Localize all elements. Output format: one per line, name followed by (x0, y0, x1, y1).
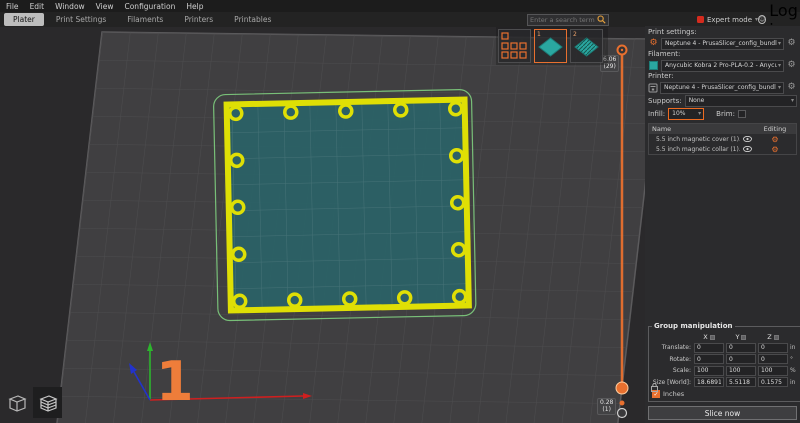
printer-icon (648, 83, 658, 92)
rotate-z-field[interactable] (758, 354, 788, 364)
size-row: Size [World]: in (652, 377, 798, 387)
supports-label: Supports: (648, 96, 682, 105)
search-icon (597, 15, 606, 24)
object-row[interactable]: 5.5 inch magnetic collar (1).stl ⚙ (649, 144, 796, 154)
translate-x-field[interactable] (694, 342, 724, 353)
edit-printer-icon[interactable]: ⚙ (786, 82, 797, 93)
tab-filaments[interactable]: Filaments (118, 13, 172, 26)
sliced-cube-icon (38, 394, 58, 412)
axis-y-icon (741, 334, 747, 340)
print-settings-icon: ⚙ (649, 38, 658, 48)
user-face-icon: ☺ (758, 15, 767, 24)
editing-column-header: Editing (763, 125, 787, 133)
group-manipulation-panel: Group manipulation X Y Z Translate: in R… (648, 322, 800, 402)
size-x-field[interactable] (694, 377, 724, 387)
right-panel: Print settings: ⚙ Neptune 4 - PrusaSlice… (645, 26, 800, 423)
plate-thumbnail-2[interactable]: 2 (570, 29, 603, 63)
axis-z-label: Z (767, 333, 772, 341)
eye-icon[interactable] (740, 136, 754, 142)
tab-printers[interactable]: Printers (175, 13, 222, 26)
translate-row: Translate: in (652, 342, 798, 353)
mode-label: Expert mode (707, 15, 753, 24)
printer-dropdown[interactable]: Neptune 4 - PrusaSlicer_config_bundle (660, 81, 784, 94)
axis-z-icon (773, 334, 779, 340)
filament-label: Filament: (648, 50, 681, 58)
plate-thumbnails: 1 2 (496, 27, 608, 65)
scale-row: Scale: % (652, 365, 798, 376)
menu-edit[interactable]: Edit (30, 2, 45, 11)
axis-x-icon (709, 334, 715, 340)
object-list: Name Editing 5.5 inch magnetic cover (1)… (648, 123, 797, 155)
menu-window[interactable]: Window (55, 2, 85, 11)
brim-label: Brim: (716, 109, 735, 118)
size-y-field[interactable] (726, 377, 756, 387)
3d-viewport[interactable]: 1 6.06 (29) 0.28 (1) 1 2 (0, 26, 645, 423)
editor-view-button[interactable] (2, 387, 31, 418)
slice-now-button[interactable]: Slice now (648, 406, 797, 420)
expert-mode-icon (697, 16, 704, 23)
plate-number: 1 (156, 350, 194, 413)
infill-dropdown[interactable]: 10% (668, 107, 705, 120)
menu-bar: File Edit Window View Configuration Help (0, 0, 800, 12)
lock-icon[interactable] (651, 377, 658, 396)
edit-filament-icon[interactable]: ⚙ (786, 60, 797, 71)
plate-thumbnail-1[interactable]: 1 (534, 29, 567, 63)
print-settings-dropdown[interactable]: Neptune 4 - PrusaSlicer_config_bundle (m… (661, 37, 784, 50)
tab-printables[interactable]: Printables (225, 13, 280, 26)
print-settings-label: Print settings: (648, 28, 697, 36)
build-plate-scene (52, 31, 645, 423)
axis-x-label: X (703, 333, 708, 341)
scale-x-field[interactable] (694, 365, 724, 376)
tab-plater[interactable]: Plater (4, 13, 44, 26)
search-box[interactable] (527, 13, 609, 26)
brim-checkbox[interactable] (737, 109, 746, 118)
edit-object-icon[interactable]: ⚙ (771, 135, 778, 144)
preview-view-button[interactable] (33, 387, 62, 418)
edit-print-settings-icon[interactable]: ⚙ (786, 38, 797, 49)
group-manipulation-title: Group manipulation (654, 322, 733, 330)
translate-y-field[interactable] (726, 342, 756, 353)
scale-y-field[interactable] (726, 365, 756, 376)
eye-icon[interactable] (740, 146, 754, 152)
menu-file[interactable]: File (6, 2, 19, 11)
menu-help[interactable]: Help (186, 2, 203, 11)
name-column-header: Name (652, 125, 672, 133)
menu-view[interactable]: View (96, 2, 114, 11)
rotate-row: Rotate: ° (652, 354, 798, 364)
translate-z-field[interactable] (758, 342, 788, 353)
menu-configuration[interactable]: Configuration (124, 2, 175, 11)
tab-bar: Plater Print Settings Filaments Printers… (0, 1, 800, 39)
tab-print-settings[interactable]: Print Settings (47, 13, 115, 26)
axis-y-label: Y (735, 333, 740, 341)
arrange-plates-button[interactable] (498, 29, 531, 63)
supports-dropdown[interactable]: None (684, 94, 797, 107)
login-button[interactable]: ☺ Log in ▾ (758, 1, 800, 39)
object-row[interactable]: 5.5 inch magnetic cover (1).stl ⚙ (649, 134, 796, 144)
plates-grid-icon (501, 32, 527, 59)
filament-color-swatch (649, 61, 658, 70)
scale-z-field[interactable] (758, 365, 788, 376)
model-group (213, 89, 477, 322)
inches-label: Inches (663, 390, 685, 398)
rotate-y-field[interactable] (726, 354, 756, 364)
edit-object-icon[interactable]: ⚙ (771, 145, 778, 154)
mode-selector[interactable]: Expert mode ▾ (697, 14, 758, 25)
slider-bottom-badge: 0.28 (1) (597, 398, 617, 415)
size-z-field[interactable] (758, 377, 788, 387)
rotate-x-field[interactable] (694, 354, 724, 364)
infill-label: Infill: (648, 109, 666, 118)
view-mode-buttons (2, 387, 62, 418)
cube-icon (7, 394, 27, 412)
search-input[interactable] (530, 15, 597, 24)
filament-dropdown[interactable]: Anycubic Kobra 2 Pro-PLA-0.2 - Anycubic … (661, 59, 784, 72)
printer-label: Printer: (648, 72, 674, 80)
